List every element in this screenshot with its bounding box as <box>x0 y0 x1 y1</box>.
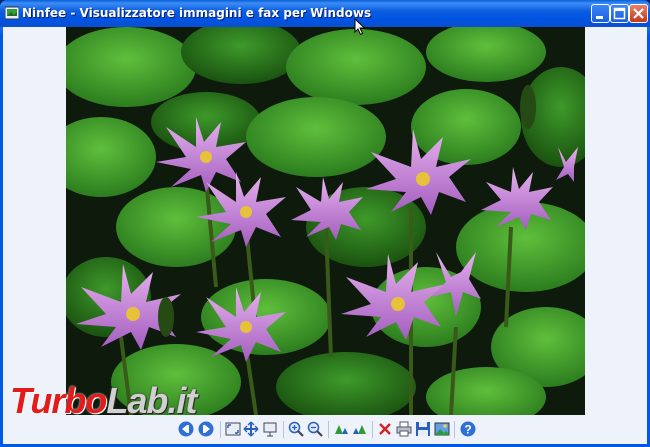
previous-image-icon[interactable] <box>178 421 194 437</box>
svg-text:?: ? <box>464 423 471 437</box>
toolbar-separator <box>328 421 329 438</box>
title-bar[interactable]: Ninfee - Visualizzatore immagini e fax p… <box>0 0 650 27</box>
open-editor-icon[interactable] <box>434 421 450 437</box>
toolbar-separator <box>283 421 284 438</box>
app-icon <box>5 6 19 20</box>
toolbar-separator <box>372 421 373 438</box>
image-viewer-window: Ninfee - Visualizzatore immagini e fax p… <box>0 0 650 447</box>
toolbar-separator <box>454 421 455 438</box>
toolbar-separator <box>220 421 221 438</box>
print-icon[interactable] <box>396 421 412 437</box>
zoom-in-icon[interactable] <box>288 421 304 437</box>
zoom-out-icon[interactable] <box>307 421 323 437</box>
window-title: Ninfee - Visualizzatore immagini e fax p… <box>22 6 372 20</box>
rotate-clockwise-icon[interactable] <box>333 421 349 437</box>
close-button[interactable] <box>629 4 648 23</box>
delete-icon[interactable] <box>377 421 393 437</box>
best-fit-icon[interactable] <box>225 421 241 437</box>
turbolab-watermark: TurboLab.it <box>10 380 197 422</box>
watermark-part2: Lab.it <box>106 380 197 421</box>
water-lilies-photo[interactable] <box>66 27 585 415</box>
actual-size-icon[interactable] <box>243 421 259 437</box>
help-icon[interactable]: ? <box>460 421 476 437</box>
maximize-icon <box>613 7 626 20</box>
next-image-icon[interactable] <box>198 421 214 437</box>
minimize-button[interactable] <box>591 4 610 23</box>
watermark-part1: Turbo <box>10 380 107 421</box>
slideshow-icon[interactable] <box>262 421 278 437</box>
close-icon <box>633 8 644 19</box>
maximize-button[interactable] <box>610 4 629 23</box>
minimize-icon <box>596 16 603 19</box>
save-icon[interactable] <box>415 421 431 437</box>
mouse-cursor-icon <box>354 18 366 36</box>
rotate-counterclockwise-icon[interactable] <box>352 421 368 437</box>
